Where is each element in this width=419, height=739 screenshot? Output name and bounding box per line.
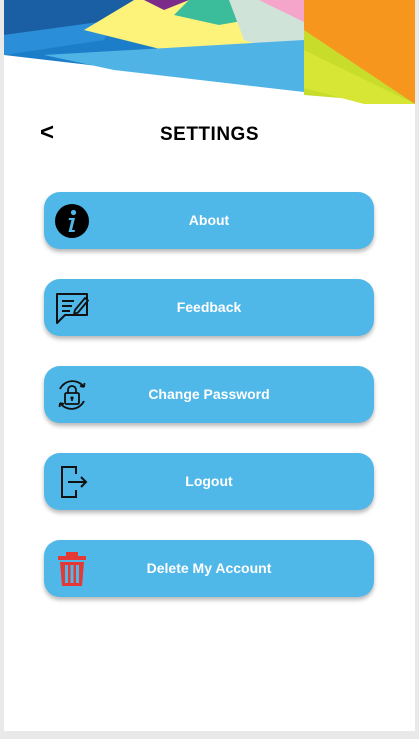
about-button[interactable]: About [44,192,374,249]
feedback-label: Feedback [176,299,242,315]
feedback-button[interactable]: Feedback [44,279,374,336]
change-password-label: Change Password [148,386,270,402]
header-banner [4,0,415,104]
about-label: About [188,212,230,228]
logout-button[interactable]: Logout [44,453,374,510]
change-password-button[interactable]: Change Password [44,366,374,423]
logout-label: Logout [185,473,233,489]
page-title: SETTINGS [159,124,259,145]
delete-account-button[interactable]: Delete My Account [44,540,374,597]
delete-account-label: Delete My Account [146,560,272,576]
settings-screen: < SETTINGS About Feedback Change Passwor… [4,0,415,731]
